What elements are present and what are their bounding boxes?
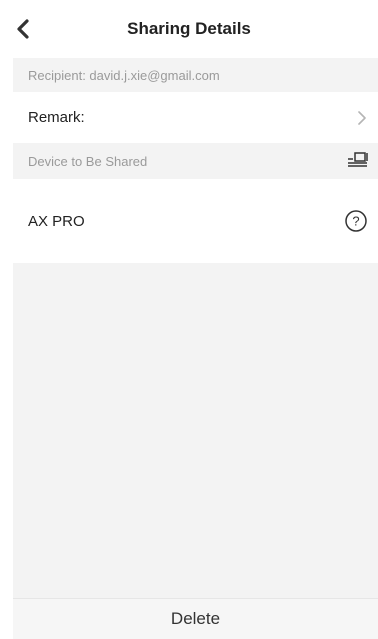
delete-label: Delete	[170, 609, 221, 628]
device-section-bar: Device to Be Shared	[13, 143, 378, 179]
page-title: Sharing Details	[127, 19, 251, 38]
recipient-label: Recipient: david.j.xie@gmail.com	[28, 67, 220, 83]
device-section-label: Device to Be Shared	[28, 153, 148, 169]
delete-button[interactable]: Delete	[13, 598, 378, 639]
sharing-details-screen: Sharing Details Recipient: david.j.xie@g…	[0, 0, 378, 639]
remark-label: Remark:	[28, 109, 85, 126]
device-row: AX PRO ?	[13, 179, 378, 263]
header: Sharing Details	[0, 0, 378, 58]
svg-text:?: ?	[352, 214, 359, 229]
device-edit-icon[interactable]	[346, 150, 368, 172]
empty-content-area	[13, 263, 378, 598]
chevron-right-icon	[358, 110, 366, 125]
remark-row[interactable]: Remark:	[13, 92, 378, 143]
help-circle-icon[interactable]: ?	[344, 209, 368, 233]
recipient-bar: Recipient: david.j.xie@gmail.com	[13, 58, 378, 92]
device-name: AX PRO	[28, 212, 85, 230]
